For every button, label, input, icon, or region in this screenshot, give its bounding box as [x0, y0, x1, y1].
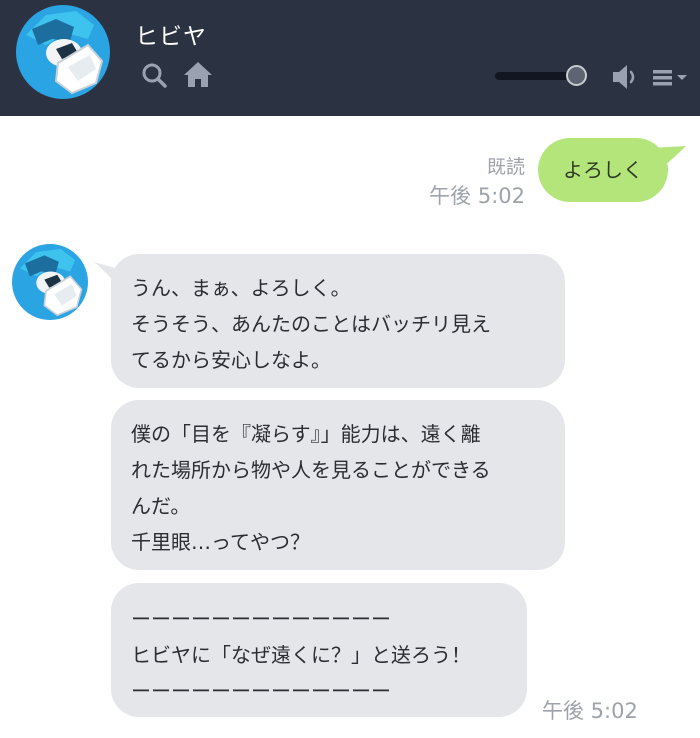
contact-avatar[interactable]: [16, 5, 110, 99]
received-message-bubble[interactable]: 僕の「目を『凝らす』」能力は、遠く離 れた場所から物や人を見ることができる んだ…: [111, 400, 565, 570]
received-timestamp: 午後 5:02: [542, 699, 638, 723]
home-icon: [184, 62, 212, 87]
volume-slider-thumb[interactable]: [566, 65, 587, 86]
chat-title: ヒビヤ: [135, 24, 207, 50]
received-message-bubble[interactable]: ーーーーーーーーーーーーー ヒビヤに「なぜ遠くに？」と送ろう！ ーーーーーーーー…: [111, 583, 527, 717]
menu-button[interactable]: [651, 62, 691, 92]
sent-message-bubble[interactable]: よろしく: [538, 138, 668, 202]
received-message-bubble[interactable]: うん、まぁ、よろしく。 そうそう、あんたのことはバッチリ見え てるから安心しなよ…: [111, 254, 565, 388]
search-icon: [142, 63, 167, 88]
menu-icon: [653, 70, 687, 86]
speaker-icon: [613, 65, 635, 89]
home-button[interactable]: [183, 60, 213, 90]
volume-slider[interactable]: [493, 64, 597, 88]
chat-header: ヒビヤ: [0, 0, 700, 116]
read-status: 既読: [486, 156, 525, 178]
search-button[interactable]: [139, 60, 169, 90]
volume-button[interactable]: [610, 62, 640, 92]
sender-avatar[interactable]: [12, 244, 88, 320]
character-avatar-icon: [16, 5, 110, 99]
sent-timestamp: 午後 5:02: [429, 184, 525, 208]
character-avatar-icon: [12, 244, 88, 320]
